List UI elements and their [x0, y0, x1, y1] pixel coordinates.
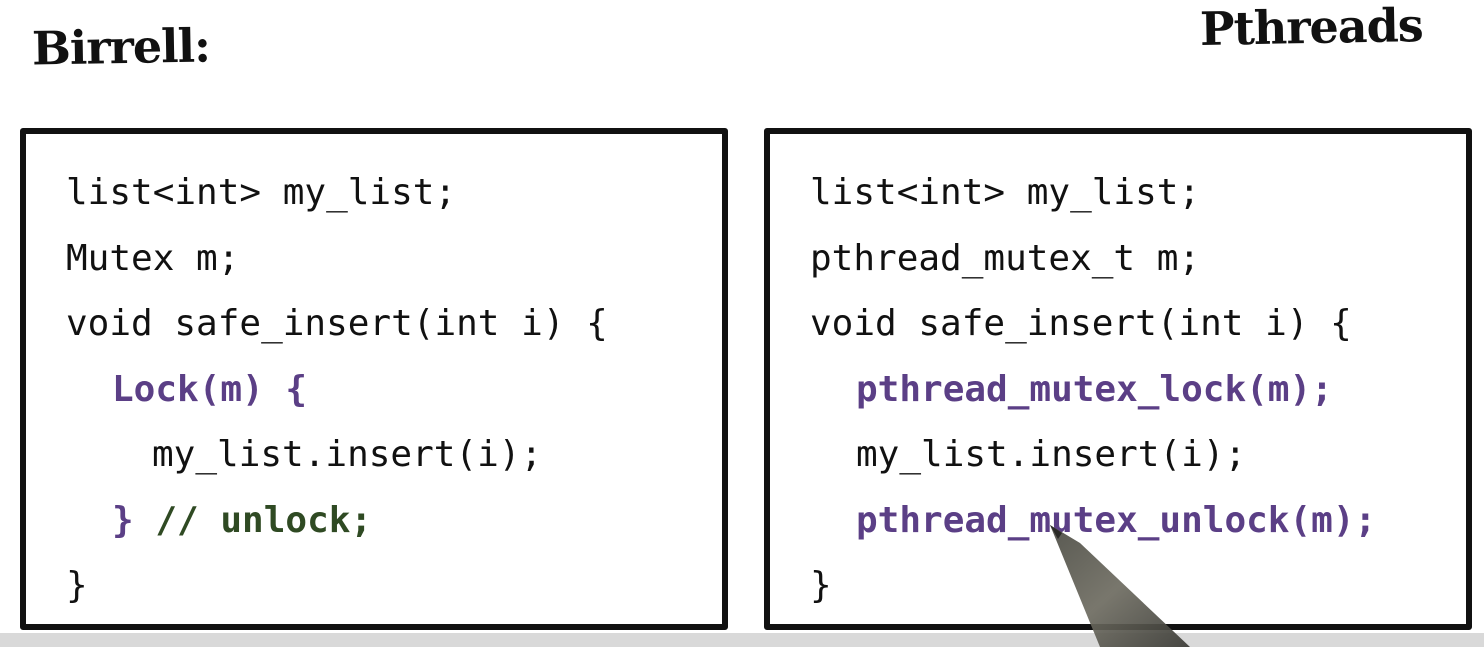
closing-brace: } [112, 499, 134, 541]
birrell-label: Birrell: [31, 18, 211, 76]
mutex-lock-call: pthread_mutex_lock(m); [856, 368, 1333, 410]
pen-icon [1040, 525, 1220, 647]
unlock-line: } // unlock; [66, 492, 608, 558]
code-line: pthread_mutex_t m; [810, 237, 1201, 279]
code-line: list<int> my_list; [810, 172, 1201, 213]
code-line: Mutex m; [66, 237, 240, 279]
code-line: void safe_insert(int i) { [66, 303, 608, 344]
lock-statement: Lock(m) { [112, 368, 308, 410]
pthreads-label: Pthreads [1199, 0, 1424, 56]
code-line: void safe_insert(int i) { [810, 303, 1352, 344]
unlock-comment: // unlock; [133, 499, 373, 541]
code-line: my_list.insert(i); [152, 434, 543, 475]
bottom-edge [0, 633, 1484, 647]
code-line: my_list.insert(i); [856, 434, 1247, 475]
code-line: list<int> my_list; [66, 172, 457, 213]
birrell-code-box: list<int> my_list; Mutex m; void safe_in… [20, 128, 728, 630]
code-line: } [66, 565, 88, 606]
birrell-code-block: list<int> my_list; Mutex m; void safe_in… [66, 164, 608, 623]
